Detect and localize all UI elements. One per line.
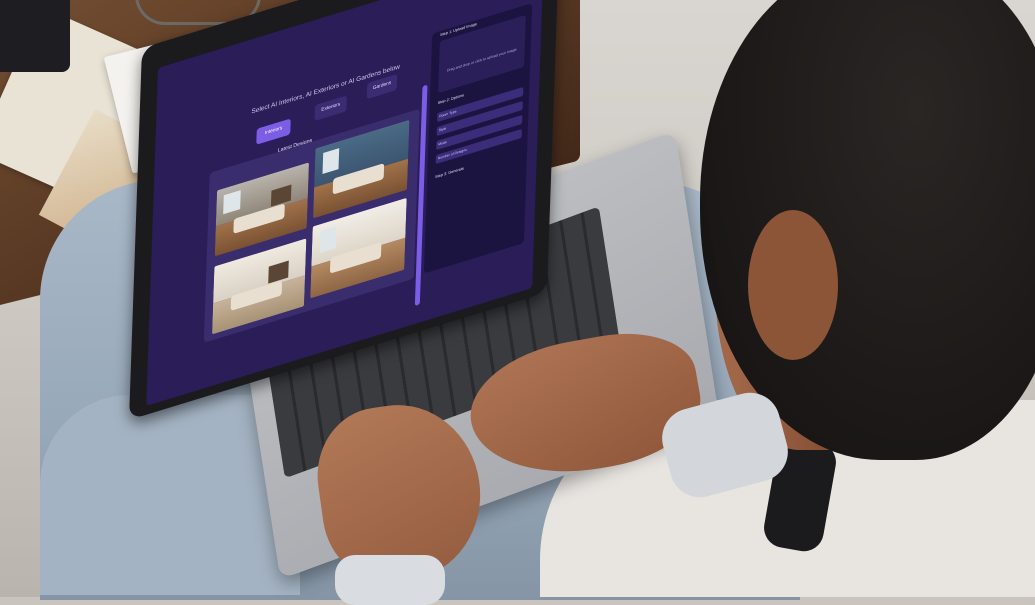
ear [748, 210, 838, 360]
tab-exteriors[interactable]: Exteriors [314, 95, 347, 122]
tab-interiors[interactable]: Interiors [256, 118, 291, 145]
left-sleeve [335, 555, 445, 605]
phone [0, 0, 70, 72]
design-gallery [203, 108, 420, 343]
